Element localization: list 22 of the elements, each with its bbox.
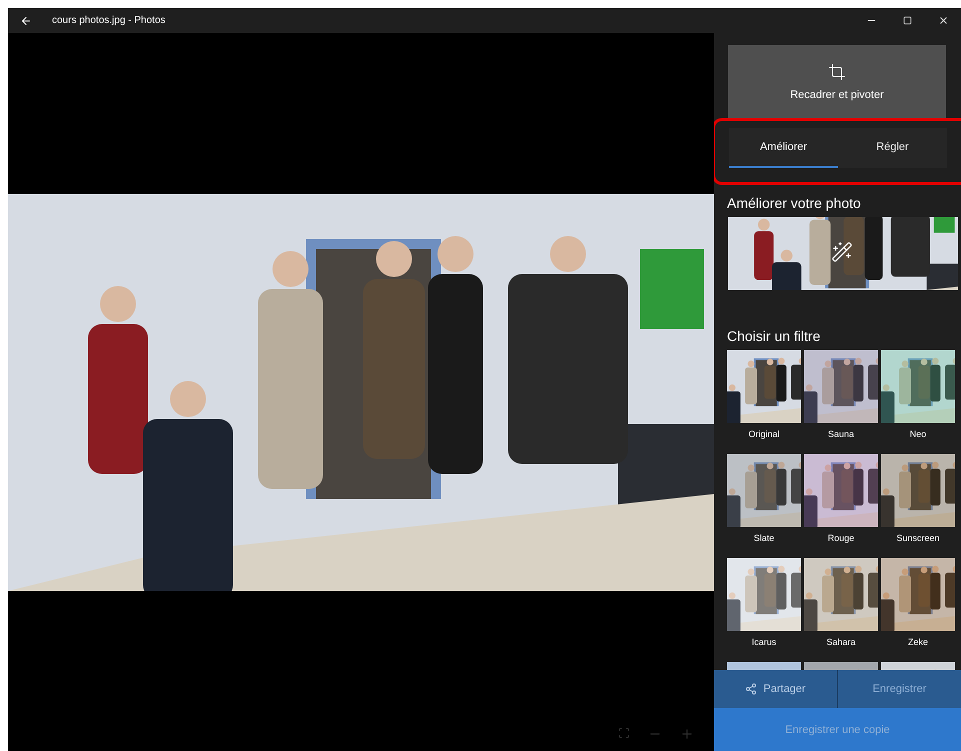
crop-rotate-button[interactable]: Recadrer et pivoter (728, 45, 946, 118)
filter-option[interactable]: Neo (881, 350, 955, 454)
window-title: cours photos.jpg - Photos (52, 15, 166, 26)
section-heading: Améliorer votre photo (727, 195, 862, 211)
back-icon[interactable] (20, 14, 32, 26)
section-heading: Choisir un filtre (727, 328, 822, 344)
tab[interactable]: Améliorer (729, 128, 838, 168)
maximize-icon (902, 16, 912, 25)
filter-option[interactable]: Icarus (727, 558, 801, 662)
close-icon (938, 15, 948, 26)
share-icon (745, 683, 758, 695)
filter-option[interactable]: Rouge (804, 454, 878, 558)
filter-option[interactable]: Sunscreen (881, 454, 955, 558)
tab[interactable]: Régler (838, 128, 947, 168)
filter-option[interactable]: Sauna (804, 350, 878, 454)
crop-icon (828, 62, 846, 80)
magic-wand-icon (831, 241, 853, 263)
filter-option[interactable]: Sahara (804, 558, 878, 662)
filter-option[interactable]: Original (727, 350, 801, 454)
filter-option[interactable]: Zeke (881, 558, 955, 662)
share-button[interactable]: Partager (714, 670, 837, 708)
filter-option[interactable]: Slate (727, 454, 801, 558)
